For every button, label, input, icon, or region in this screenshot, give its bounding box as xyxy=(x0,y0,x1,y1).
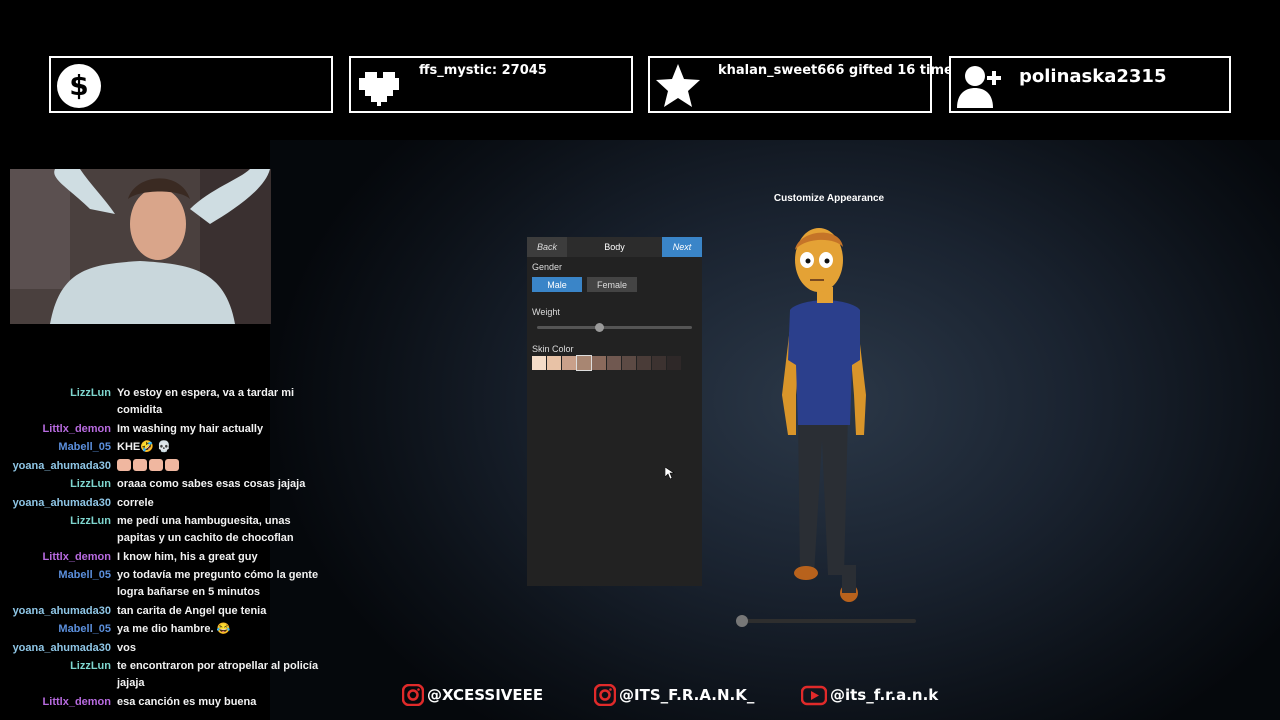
skin-color-swatches xyxy=(532,355,681,371)
chat-message-text: me pedí una hambuguesita, unas papitas y… xyxy=(117,515,294,544)
chat-message: yoana_ahumada30 correle xyxy=(0,495,330,512)
female-button[interactable]: Female xyxy=(587,277,637,292)
skin-color-label: Skin Color xyxy=(532,344,574,354)
bits-alert: ffs_mystic: 27045 xyxy=(349,56,633,113)
chat-username[interactable]: Mabell_05 xyxy=(0,567,117,601)
follower-alert-text: polinaska2315 xyxy=(1019,66,1167,87)
chat-username[interactable]: yoana_ahumada30 xyxy=(0,458,117,475)
chat-message-text xyxy=(117,458,330,475)
chat-username[interactable]: yoana_ahumada30 xyxy=(0,640,117,657)
weight-label: Weight xyxy=(532,307,560,317)
skin-color-swatch[interactable] xyxy=(532,356,546,370)
pixel-heart-icon xyxy=(359,72,399,106)
customize-appearance-title: Customize Appearance xyxy=(773,193,885,204)
skin-color-swatch[interactable] xyxy=(652,356,666,370)
character-model[interactable] xyxy=(770,225,880,610)
skin-color-swatch[interactable] xyxy=(562,356,576,370)
chat-message: Mabell_05 KHE🤣 💀 xyxy=(0,439,330,456)
next-button[interactable]: Next xyxy=(662,237,702,257)
chat-message-text: Im washing my hair actually xyxy=(117,422,264,435)
chat-message-text: te encontraron por atropellar al policía… xyxy=(117,660,319,689)
rotation-slider[interactable] xyxy=(736,615,916,627)
chat-message-text: tan carita de Angel que tenia xyxy=(117,604,267,617)
chat-emote-icon xyxy=(117,458,131,471)
chat-message: Littlx_demon esa canción es muy buena xyxy=(0,694,330,711)
chat-message: yoana_ahumada30 vos xyxy=(0,640,330,657)
chat-username[interactable]: Littlx_demon xyxy=(0,694,117,711)
chat-emote-icon xyxy=(149,458,163,471)
add-user-icon xyxy=(957,66,1001,108)
instagram-icon xyxy=(402,684,424,706)
gender-label: Gender xyxy=(532,262,563,272)
weight-slider[interactable] xyxy=(537,323,692,332)
tab-body[interactable]: Body xyxy=(567,237,662,257)
chat-message: Littlx_demon Im washing my hair actually xyxy=(0,421,330,438)
social-youtube: @its_f.r.a.n.k xyxy=(801,684,938,706)
chat-username[interactable]: Littlx_demon xyxy=(0,421,117,438)
chat-emote-icon xyxy=(165,458,179,471)
streamer-camera-image xyxy=(10,169,271,324)
webcam-feed xyxy=(10,169,271,324)
chat-message-text: correle xyxy=(117,496,154,509)
chat-message: Mabell_05 ya me dio hambre. 😂 xyxy=(0,621,330,638)
chat-username[interactable]: Mabell_05 xyxy=(0,621,117,638)
chat-message-text: KHE🤣 💀 xyxy=(117,441,171,453)
weight-slider-handle[interactable] xyxy=(594,323,604,332)
svg-text:$: $ xyxy=(69,69,88,102)
chat-message: LizzLun te encontraron por atropellar al … xyxy=(0,658,330,692)
social-instagram-1: @XCESSIVEEE xyxy=(402,684,543,706)
skin-color-swatch[interactable] xyxy=(576,355,592,371)
chat-username[interactable]: Littlx_demon xyxy=(0,549,117,566)
skin-color-swatch[interactable] xyxy=(622,356,636,370)
panel-tabs: Back Body Next xyxy=(527,237,702,257)
chat-message: yoana_ahumada30 xyxy=(0,458,330,475)
chat-username[interactable]: LizzLun xyxy=(0,386,117,419)
chat-message: Littlx_demon I know him, his a great guy xyxy=(0,549,330,566)
chat-message: LizzLun oraaa como sabes esas cosas jajaj… xyxy=(0,476,330,493)
social-handle: @XCESSIVEEE xyxy=(427,686,544,704)
donation-alert: $ xyxy=(49,56,333,113)
mouse-cursor-icon xyxy=(665,467,675,479)
chat-message-text: Yo estoy en espera, va a tardar mi comid… xyxy=(117,387,295,416)
gift-alert-text: khalan_sweet666 gifted 16 times xyxy=(718,63,961,78)
skin-color-swatch[interactable] xyxy=(547,356,561,370)
chat-message: yoana_ahumada30 tan carita de Angel que t… xyxy=(0,603,330,620)
chat-username[interactable]: yoana_ahumada30 xyxy=(0,603,117,620)
back-button[interactable]: Back xyxy=(527,237,567,257)
chat-panel: LizzLun Yo estoy en espera, va a tardar m… xyxy=(0,386,330,720)
social-instagram-2: @ITS_F.R.A.N.K_ xyxy=(594,684,754,706)
youtube-icon xyxy=(801,685,827,706)
follower-alert: polinaska2315 xyxy=(949,56,1231,113)
male-button[interactable]: Male xyxy=(532,277,582,292)
skin-color-swatch[interactable] xyxy=(667,356,681,370)
rotation-slider-handle[interactable] xyxy=(736,615,748,627)
bits-alert-text: ffs_mystic: 27045 xyxy=(419,63,547,78)
skin-color-swatch[interactable] xyxy=(607,356,621,370)
chat-message-text: oraaa como sabes esas cosas jajaja xyxy=(117,478,306,490)
chat-message-text: esa canción es muy buena xyxy=(117,695,257,708)
chat-username[interactable]: yoana_ahumada30 xyxy=(0,495,117,512)
chat-username[interactable]: LizzLun xyxy=(0,658,117,692)
chat-username[interactable]: Mabell_05 xyxy=(0,439,117,456)
chat-message-text: yo todavía me pregunto cómo la gente log… xyxy=(117,569,319,598)
chat-emote-icon xyxy=(133,458,147,471)
chat-message-text: I know him, his a great guy xyxy=(117,550,258,563)
chat-username[interactable]: LizzLun xyxy=(0,476,117,493)
social-handle: @ITS_F.R.A.N.K_ xyxy=(619,686,755,704)
chat-message: LizzLun me pedí una hambuguesita, unas pa… xyxy=(0,513,330,547)
chat-message: LizzLun Yo estoy en espera, va a tardar m… xyxy=(0,386,330,419)
chat-message-text: ya me dio hambre. 😂 xyxy=(117,623,231,635)
dollar-icon: $ xyxy=(57,64,101,108)
social-handle: @its_f.r.a.n.k xyxy=(830,686,939,704)
chat-message-text: vos xyxy=(117,641,136,654)
chat-username[interactable]: LizzLun xyxy=(0,513,117,547)
customize-panel: Back Body Next Gender Male Female Weight… xyxy=(527,237,702,586)
skin-color-swatch[interactable] xyxy=(637,356,651,370)
star-icon xyxy=(656,64,700,107)
skin-color-swatch[interactable] xyxy=(592,356,606,370)
gift-alert: khalan_sweet666 gifted 16 times xyxy=(648,56,961,113)
chat-message: Mabell_05 yo todavía me pregunto cómo la … xyxy=(0,567,330,601)
instagram-icon xyxy=(594,684,616,706)
